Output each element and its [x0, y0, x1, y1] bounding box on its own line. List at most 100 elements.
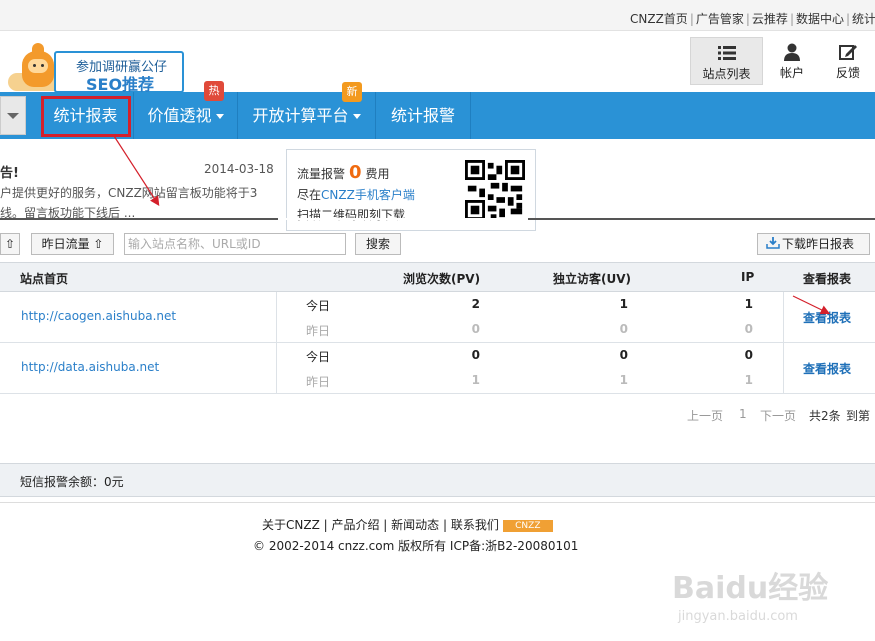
column-line [783, 292, 784, 343]
cnzz-badge: CNZZ [502, 519, 553, 532]
download-label: 下载昨日报表 [782, 237, 855, 251]
uv-today: 0 [619, 348, 628, 362]
ip-today: 1 [744, 297, 753, 311]
column-line [783, 343, 784, 394]
top-links: CNZZ首页 | 广告管家 | 云推荐 | 数据中心 | 统计 [630, 10, 875, 27]
logo-text-box: 参加调研赢公仔 SEO推荐 [54, 51, 184, 94]
table-row: http://data.aishuba.net 今日 昨日 0 1 0 1 0 … [0, 343, 875, 394]
goto-page-label: 到第 [846, 409, 871, 423]
active-nav-highlight [41, 96, 131, 137]
yesterday-label: 昨日 [306, 375, 331, 389]
ip-yesterday: 1 [744, 373, 753, 387]
nav-label: 开放计算平台 [252, 106, 349, 125]
mobile-client-link[interactable]: CNZZ手机客户端 [321, 188, 415, 202]
footer-divider [0, 502, 875, 503]
footer-links[interactable]: 关于CNZZ | 产品介绍 | 新闻动态 | 联系我们 CNZZ [262, 516, 553, 533]
mascot-eye [41, 64, 44, 67]
alert-line2: 尽在CNZZ手机客户端 [297, 186, 415, 203]
announcement: 告! 2014-03-18 户提供更好的服务，CNZZ网站留言板功能将于3 线。… [0, 150, 278, 220]
pv-yesterday: 1 [471, 373, 480, 387]
link-cnzz-home[interactable]: CNZZ首页 [630, 12, 688, 26]
divider-gap [278, 218, 528, 220]
alert-line2-prefix: 尽在 [297, 188, 322, 202]
search-button[interactable]: 搜索 [355, 233, 401, 255]
pv-today: 0 [471, 348, 480, 362]
announcement-text: 户提供更好的服务，CNZZ网站留言板功能将于3 线。留言板功能下线后 ... [0, 183, 268, 223]
total-count: 共2条 [809, 409, 841, 423]
sms-balance: 短信报警余额：0元 [20, 475, 124, 489]
list-icon [717, 46, 736, 60]
col-pv: 浏览次数(PV) [403, 272, 481, 286]
nav-label: 统计报警 [390, 106, 455, 125]
nav-label: 价值透视 [147, 106, 212, 125]
alert-suffix: 费用 [365, 167, 390, 181]
prev-page-button[interactable]: 上一页 [687, 407, 723, 424]
column-line [276, 343, 277, 394]
header: 参加调研赢公仔 SEO推荐 站点列表 帐户 反馈 [0, 31, 875, 94]
baidu-jingyan-watermark: Baidu经验 jingyan.baidu.com [672, 563, 872, 633]
site-url[interactable]: http://data.aishuba.net [21, 360, 159, 374]
chevron-down-icon [7, 113, 19, 119]
qr-code-icon [465, 160, 525, 220]
link-stats[interactable]: 统计 [852, 12, 875, 26]
site-select-dropdown[interactable] [0, 96, 26, 135]
separator: | [846, 12, 851, 26]
top-links-bar: CNZZ首页 | 广告管家 | 云推荐 | 数据中心 | 统计 [0, 0, 875, 31]
view-report-link[interactable]: 查看报表 [803, 360, 851, 377]
pv-yesterday: 0 [471, 322, 480, 336]
alert-line1: 流量报警 0 费用 [297, 162, 390, 183]
today-label: 今日 [306, 350, 331, 364]
site-search-input[interactable]: 输入站点名称、URL或ID [124, 233, 346, 255]
hot-badge: 热 [204, 81, 224, 101]
mascot-face [28, 59, 48, 73]
announcement-date: 2014-03-18 [204, 162, 274, 176]
announcement-title[interactable]: 告! [0, 162, 19, 181]
separator: | [745, 12, 750, 26]
mascot-eye [33, 64, 36, 67]
site-list-label: 站点列表 [702, 67, 751, 81]
uv-yesterday: 1 [619, 373, 628, 387]
col-site-home: 站点首页 [20, 272, 69, 286]
link-cloud-recommend[interactable]: 云推荐 [752, 12, 788, 26]
col-ip: IP [741, 270, 755, 284]
alert-line3: 扫描二维码即刻下载 [297, 208, 406, 222]
download-icon [766, 237, 780, 249]
yesterday-flow-sort-button[interactable]: 昨日流量 ⇧ [31, 233, 114, 255]
watermark-brand: Baidu经验 [672, 571, 829, 606]
link-data-center[interactable]: 数据中心 [796, 12, 844, 26]
next-page-button[interactable]: 下一页 [760, 407, 796, 424]
feedback-button[interactable]: 反馈 [826, 37, 870, 85]
announcement-line1: 户提供更好的服务，CNZZ网站留言板功能将于3 [0, 186, 258, 200]
nav-stats-alert[interactable]: 统计报警 [376, 92, 471, 139]
view-report-link[interactable]: 查看报表 [803, 309, 851, 326]
seo-promo-logo[interactable]: 参加调研赢公仔 SEO推荐 [8, 37, 184, 94]
account-label: 帐户 [779, 66, 804, 80]
today-label: 今日 [306, 299, 331, 313]
separator: | [789, 12, 794, 26]
separator: | [689, 12, 694, 26]
col-view-report: 查看报表 [803, 272, 852, 286]
edit-icon [839, 45, 857, 60]
col-uv: 独立访客(UV) [553, 272, 632, 286]
chevron-down-icon [215, 114, 224, 119]
announcement-line2[interactable]: 线。留言板功能下线后 ... [0, 203, 268, 223]
site-url[interactable]: http://caogen.aishuba.net [21, 309, 176, 323]
footer-links-text[interactable]: 关于CNZZ | 产品介绍 | 新闻动态 | 联系我们 [262, 518, 499, 532]
ip-today: 0 [744, 348, 753, 362]
download-report-button[interactable]: 下载昨日报表 [757, 233, 870, 255]
table-header: 站点首页 浏览次数(PV) 独立访客(UV) IP 查看报表 [0, 262, 875, 292]
table-row: http://caogen.aishuba.net 今日 昨日 2 0 1 0 … [0, 292, 875, 343]
pv-today: 2 [471, 297, 480, 311]
uv-yesterday: 0 [619, 322, 628, 336]
feedback-label: 反馈 [835, 66, 860, 80]
yesterday-label: 昨日 [306, 324, 331, 338]
link-ad-manager[interactable]: 广告管家 [696, 12, 744, 26]
column-line [276, 292, 277, 343]
ip-yesterday: 0 [744, 322, 753, 336]
site-list-button[interactable]: 站点列表 [690, 37, 763, 85]
current-page: 1 [739, 407, 747, 421]
sort-button[interactable]: ⇧ [0, 233, 20, 255]
new-badge: 新 [342, 82, 362, 102]
alert-label: 流量报警 [297, 167, 346, 181]
account-button[interactable]: 帐户 [770, 37, 814, 85]
